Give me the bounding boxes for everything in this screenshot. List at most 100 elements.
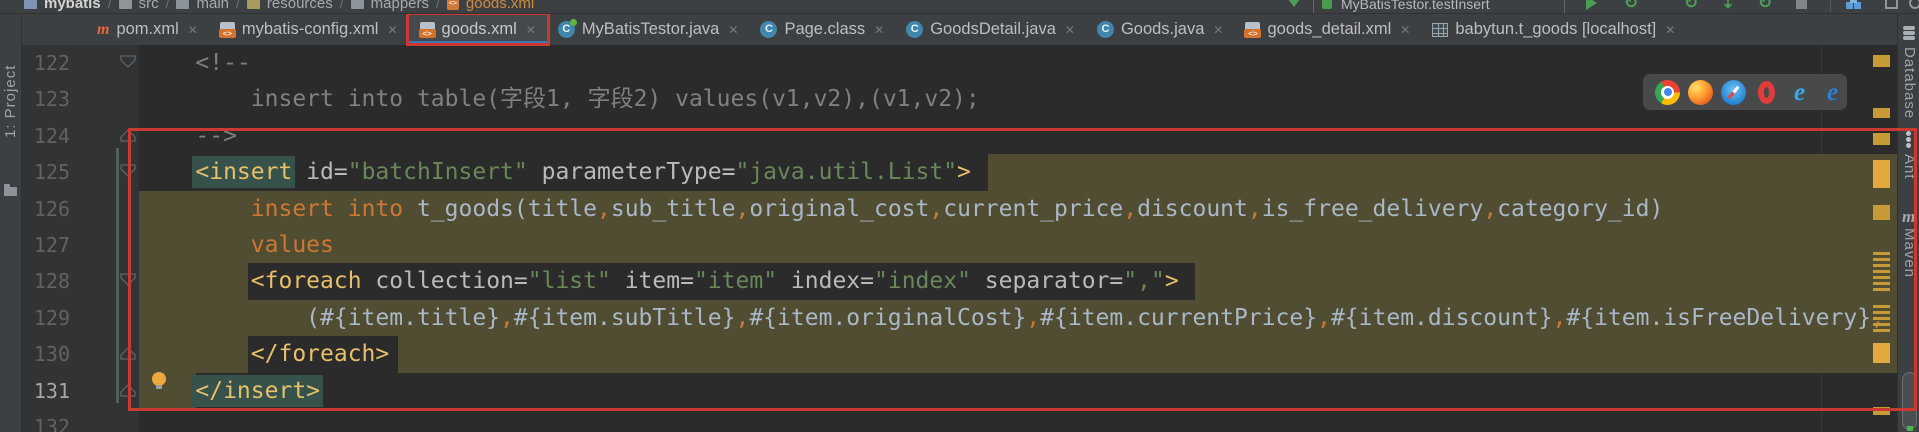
code-row[interactable]: 130 </foreach> bbox=[22, 336, 1897, 373]
safari-icon[interactable] bbox=[1721, 79, 1746, 105]
run-button[interactable] bbox=[1580, 0, 1602, 13]
code-line[interactable]: (#{item.title},#{item.subTitle},#{item.o… bbox=[140, 300, 1885, 336]
error-stripe-mark[interactable] bbox=[1873, 407, 1890, 415]
code-row[interactable]: 124 --> bbox=[22, 118, 1897, 154]
intention-lightbulb-icon[interactable] bbox=[152, 372, 166, 389]
error-stripe-mark[interactable] bbox=[1873, 160, 1890, 188]
close-icon[interactable]: ✕ bbox=[874, 23, 884, 37]
fold-collapse-icon[interactable] bbox=[120, 55, 136, 69]
tab-page-class[interactable]: C Page.class ✕ bbox=[749, 14, 895, 45]
code-row[interactable]: 127 values bbox=[22, 226, 1897, 264]
code-line[interactable]: <insert id="batchInsert" parameterType="… bbox=[140, 154, 971, 190]
error-stripe-mark[interactable] bbox=[1873, 343, 1890, 363]
chrome-icon[interactable] bbox=[1655, 79, 1680, 105]
error-stripe-mark[interactable] bbox=[1873, 305, 1890, 308]
breadcrumb-item-src[interactable]: src bbox=[139, 0, 159, 12]
modules-icon[interactable] bbox=[1843, 0, 1865, 13]
close-icon[interactable]: ✕ bbox=[1400, 23, 1410, 37]
breadcrumb-item-goods-xml[interactable]: goods.xml bbox=[466, 0, 534, 12]
breadcrumb-item-mappers[interactable]: mappers bbox=[371, 0, 429, 12]
breadcrumb-separator: / bbox=[236, 0, 240, 11]
error-stripe-mark[interactable] bbox=[1873, 282, 1890, 285]
error-stripe-mark[interactable] bbox=[1873, 323, 1890, 326]
close-icon[interactable]: ✕ bbox=[728, 23, 738, 37]
project-tool-button[interactable]: 1: Project bbox=[2, 8, 19, 138]
code-row[interactable]: 132 bbox=[22, 409, 1897, 432]
breadcrumb: mybatis / src / main / resources / mappe… bbox=[24, 0, 534, 13]
run-config-chevron-icon[interactable] bbox=[1283, 0, 1305, 13]
code-row[interactable]: 126 insert into t_goods(title,sub_title,… bbox=[22, 190, 1897, 227]
tab-goodsdetail-java[interactable]: C GoodsDetail.java ✕ bbox=[895, 14, 1086, 45]
fold-end-icon[interactable] bbox=[120, 383, 136, 397]
update-icon[interactable]: ↻ bbox=[1680, 0, 1702, 13]
close-icon[interactable]: ✕ bbox=[1065, 23, 1075, 37]
run-configuration-select[interactable]: MyBatisTestor.testInsert bbox=[1313, 0, 1565, 13]
code-line[interactable]: <!-- bbox=[140, 45, 250, 81]
error-stripe-mark[interactable] bbox=[1873, 133, 1890, 145]
close-icon[interactable]: ✕ bbox=[1213, 23, 1223, 37]
search-everywhere-icon[interactable] bbox=[1904, 0, 1919, 13]
window-icon[interactable] bbox=[1880, 0, 1902, 13]
code-line[interactable]: insert into t_goods(title,sub_title,orig… bbox=[140, 191, 1664, 227]
error-stripe-mark[interactable] bbox=[1873, 270, 1890, 273]
code-editor[interactable]: 122 <!-- 123 insert into table(字段1, 字段2)… bbox=[22, 45, 1897, 432]
error-stripe-mark[interactable] bbox=[1873, 288, 1890, 291]
scrollbar-thumb[interactable] bbox=[1902, 372, 1917, 430]
edge-icon[interactable]: e bbox=[1820, 80, 1845, 105]
profiler-icon[interactable]: ↻ bbox=[1754, 0, 1776, 13]
fold-end-icon[interactable] bbox=[120, 346, 136, 360]
breadcrumb-item-resources[interactable]: resources bbox=[267, 0, 333, 12]
close-icon[interactable]: ✕ bbox=[188, 23, 198, 37]
code-row[interactable]: 129 (#{item.title},#{item.subTitle},#{it… bbox=[22, 299, 1897, 337]
error-stripe-mark[interactable] bbox=[1873, 311, 1890, 314]
code-line[interactable]: </insert> bbox=[140, 373, 321, 409]
tab-goods-java[interactable]: C Goods.java ✕ bbox=[1086, 14, 1235, 45]
fold-end-icon[interactable] bbox=[120, 128, 136, 142]
error-stripe-mark[interactable] bbox=[1873, 329, 1890, 332]
breadcrumb-item-main[interactable]: main bbox=[196, 0, 229, 12]
code-line[interactable]: insert into table(字段1, 字段2) values(v1,v2… bbox=[140, 81, 980, 117]
tab-babytun-t-goods[interactable]: babytun.t_goods [localhost] ✕ bbox=[1421, 14, 1686, 45]
tab-goods-detail-xml[interactable]: goods_detail.xml ✕ bbox=[1234, 14, 1421, 45]
database-tool-button[interactable]: Database bbox=[1901, 47, 1918, 119]
error-stripe-mark[interactable] bbox=[1873, 252, 1890, 255]
tab-goods-xml[interactable]: goods.xml ✕ bbox=[405, 12, 550, 46]
breadcrumb-separator: / bbox=[339, 0, 344, 11]
tab-mybatistestor-java[interactable]: C MyBatisTestor.java ✕ bbox=[547, 14, 750, 45]
xml-file-icon bbox=[1244, 21, 1262, 38]
close-icon[interactable]: ✕ bbox=[526, 23, 536, 37]
fold-collapse-icon[interactable] bbox=[120, 164, 136, 178]
run-config-label: MyBatisTestor.testInsert bbox=[1341, 0, 1490, 12]
code-line[interactable]: values bbox=[140, 227, 334, 263]
close-icon[interactable]: ✕ bbox=[1665, 23, 1675, 37]
firefox-icon[interactable] bbox=[1688, 79, 1713, 105]
error-stripe-mark[interactable] bbox=[1873, 108, 1890, 118]
tab-mybatis-config-xml[interactable]: mybatis-config.xml ✕ bbox=[209, 14, 409, 45]
code-row-current[interactable]: 131 </insert> bbox=[22, 372, 1897, 409]
fold-collapse-icon[interactable] bbox=[120, 273, 136, 287]
line-number: 132 bbox=[33, 414, 70, 432]
error-stripe-mark[interactable] bbox=[1873, 55, 1890, 67]
tab-pom-xml[interactable]: m pom.xml ✕ bbox=[86, 14, 209, 45]
error-stripe-mark[interactable] bbox=[1873, 264, 1890, 267]
coverage-icon[interactable]: ⇣ bbox=[1717, 0, 1739, 13]
maven-tool-button[interactable]: Maven bbox=[1901, 228, 1918, 278]
code-line[interactable]: </foreach> bbox=[140, 336, 389, 372]
error-stripe-mark[interactable] bbox=[1873, 258, 1890, 261]
rerun-icon[interactable]: ↻ bbox=[1620, 0, 1642, 13]
ant-tool-button[interactable]: Ant bbox=[1901, 154, 1918, 180]
error-stripe-mark[interactable] bbox=[1873, 317, 1890, 320]
stop-button[interactable] bbox=[1790, 0, 1812, 13]
error-stripe-mark[interactable] bbox=[1873, 205, 1890, 220]
code-row[interactable]: 128 <foreach collection="list" item="ite… bbox=[22, 263, 1897, 300]
code-row[interactable]: 123 insert into table(字段1, 字段2) values(v… bbox=[22, 81, 1897, 117]
internet-explorer-icon[interactable]: e bbox=[1787, 80, 1812, 105]
close-icon[interactable]: ✕ bbox=[387, 23, 397, 37]
code-row[interactable]: 122 <!-- bbox=[22, 45, 1897, 81]
code-row[interactable]: 125 <insert id="batchInsert" parameterTy… bbox=[22, 154, 1897, 191]
breadcrumb-item-mybatis[interactable]: mybatis bbox=[44, 0, 101, 12]
code-line[interactable]: <foreach collection="list" item="item" i… bbox=[140, 263, 1179, 299]
code-line[interactable]: --> bbox=[140, 118, 237, 154]
opera-icon[interactable] bbox=[1758, 80, 1775, 104]
error-stripe-mark[interactable] bbox=[1873, 276, 1890, 279]
